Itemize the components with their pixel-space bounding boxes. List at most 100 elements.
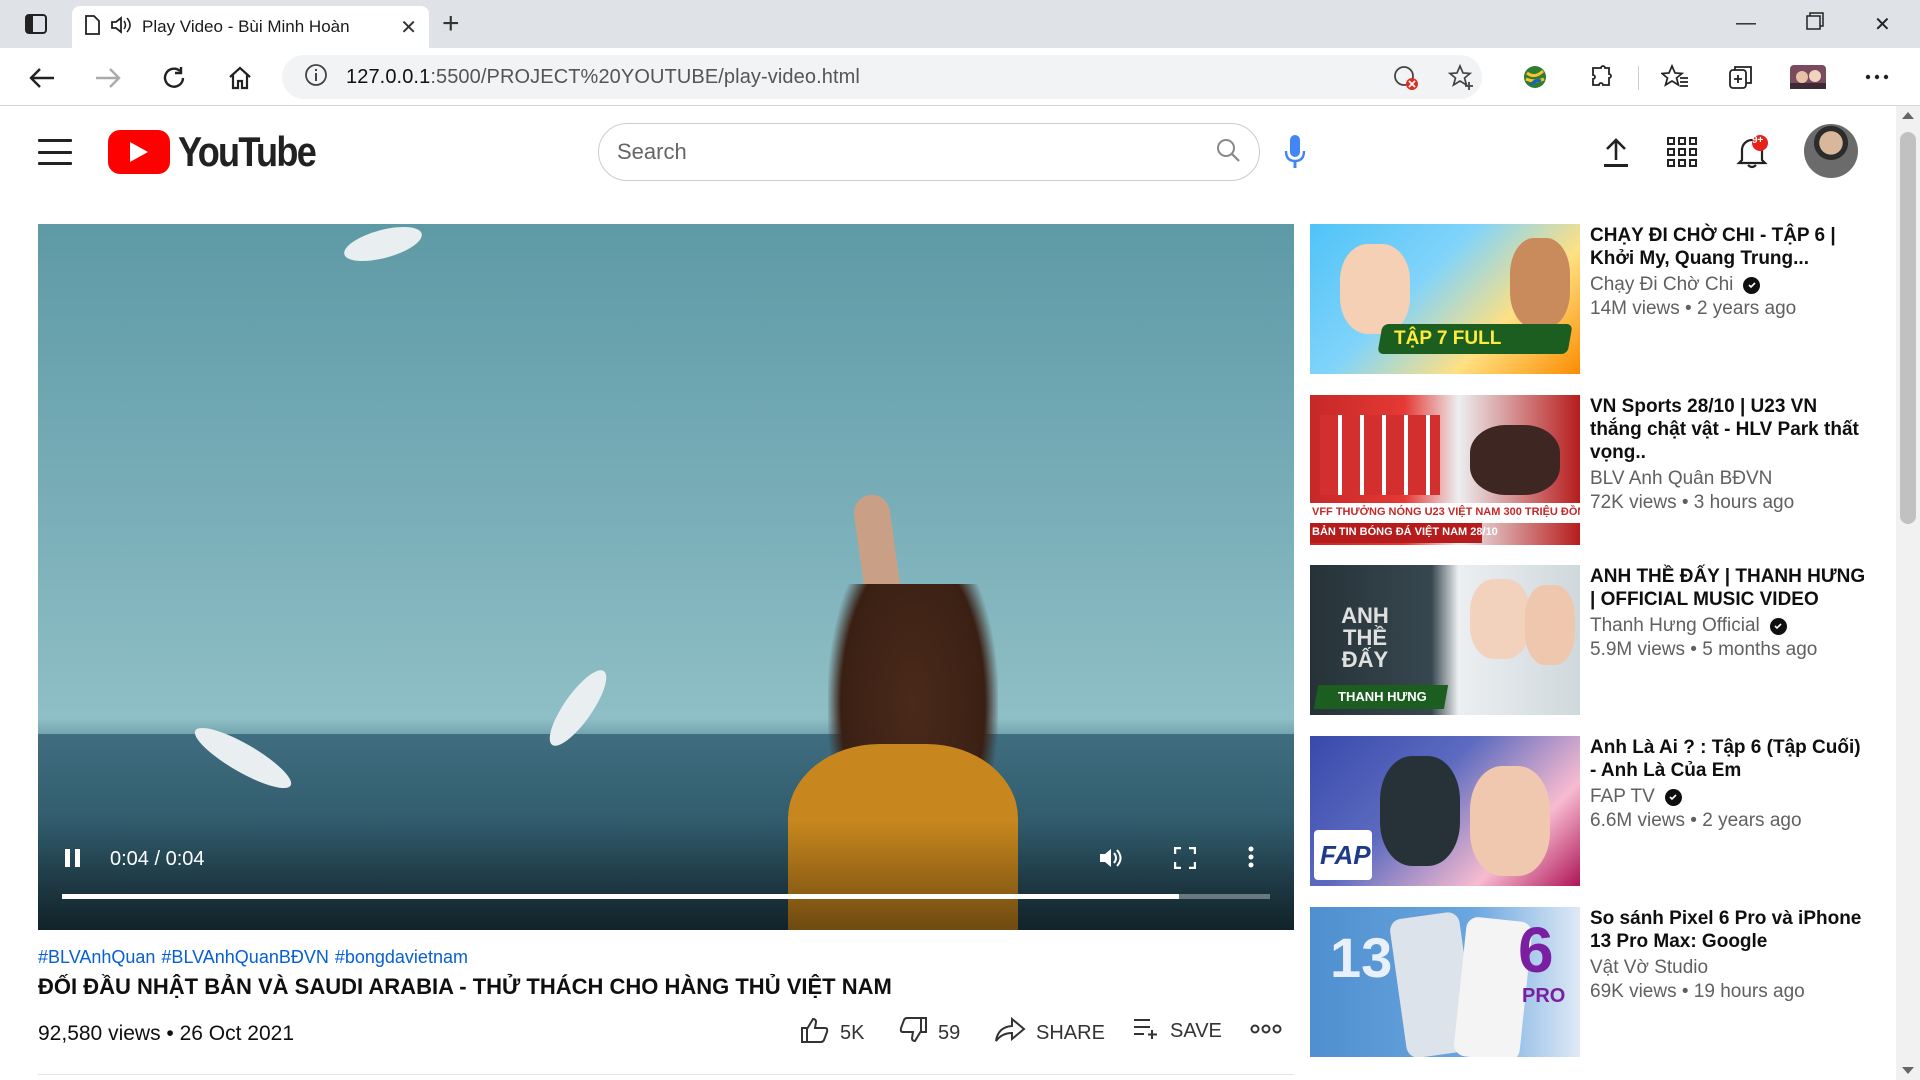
thumb-text: VFF THƯỞNG NÓNG U23 VIỆT NAM 300 TRIỆU Đ… (1312, 506, 1580, 518)
related-video-item[interactable]: FAP Anh Là Ai ? : Tập 6 (Tập Cuối) - Anh… (1310, 736, 1870, 886)
related-channel[interactable]: Chạy Đi Chờ Chi (1590, 274, 1870, 296)
collections-icon[interactable] (1726, 62, 1756, 92)
youtube-header: YouTube 9+ (0, 106, 1896, 196)
settings-more-icon[interactable] (1862, 62, 1892, 92)
thumb-person (1470, 766, 1550, 876)
more-options-icon[interactable] (1248, 846, 1254, 873)
pause-icon[interactable] (64, 848, 82, 873)
url-text: 127.0.0.1:5500/PROJECT%20YOUTUBE/play-vi… (346, 66, 860, 89)
related-channel-name: Thanh Hưng Official (1590, 615, 1760, 636)
upload-icon[interactable] (1596, 132, 1636, 172)
video-thumbnail[interactable]: TẬP 7 FULL (1310, 224, 1580, 374)
tab-actions-icon[interactable] (16, 10, 56, 38)
related-info: So sánh Pixel 6 Pro và iPhone 13 Pro Max… (1590, 907, 1870, 1003)
notifications-bell-icon[interactable]: 9+ (1732, 132, 1772, 172)
tracking-prevention-icon[interactable] (1392, 64, 1420, 97)
volume-icon[interactable] (1098, 846, 1124, 875)
tab-title: Play Video - Bùi Minh Hoàn (142, 17, 350, 36)
extension-globe-icon[interactable] (1520, 62, 1550, 92)
save-label: SAVE (1170, 1019, 1222, 1042)
home-button[interactable] (224, 62, 256, 94)
like-button[interactable]: 5K (800, 1016, 864, 1050)
extensions-icon[interactable] (1586, 62, 1616, 92)
youtube-logo[interactable]: YouTube (108, 128, 337, 176)
video-thumbnail[interactable]: VFF THƯỞNG NÓNG U23 VIỆT NAM 300 TRIỆU Đ… (1310, 395, 1580, 545)
search-input[interactable] (617, 139, 1215, 165)
address-bar[interactable]: 127.0.0.1:5500/PROJECT%20YOUTUBE/play-vi… (282, 55, 1482, 99)
related-channel[interactable]: FAP TV (1590, 786, 1870, 808)
more-actions-icon[interactable] (1250, 1024, 1282, 1034)
back-button[interactable] (26, 62, 58, 94)
video-thumbnail[interactable]: 13 6 PRO (1310, 907, 1580, 1057)
close-window-button[interactable]: ✕ (1874, 12, 1891, 37)
refresh-button[interactable] (158, 62, 190, 94)
thumb-person (1510, 238, 1570, 328)
video-player[interactable]: 0:04 / 0:04 (38, 224, 1294, 930)
related-channel[interactable]: Thanh Hưng Official (1590, 615, 1870, 637)
controls-gradient (38, 820, 1294, 930)
hashtag-link[interactable]: #bongdavietnam (335, 947, 468, 968)
search-box[interactable] (598, 123, 1260, 181)
user-avatar[interactable] (1804, 124, 1858, 178)
profile-icon[interactable] (1790, 62, 1826, 92)
thumb-person (1340, 244, 1410, 334)
url-host: 127.0.0.1 (346, 65, 431, 88)
apps-grid-icon[interactable] (1662, 132, 1702, 172)
thumb-text: PRO (1522, 985, 1566, 1007)
share-icon (994, 1016, 1026, 1050)
related-video-item[interactable]: ANH THỀ ĐẤY THANH HƯNG ANH THỀ ĐẤY | THA… (1310, 565, 1870, 715)
dislike-button[interactable]: 59 (898, 1016, 960, 1050)
page-scrollbar[interactable] (1896, 106, 1920, 1080)
notification-badge: 9+ (1752, 135, 1764, 146)
share-label: SHARE (1036, 1021, 1105, 1044)
scrollbar-thumb[interactable] (1900, 132, 1916, 524)
share-button[interactable]: SHARE (994, 1016, 1105, 1050)
minimize-button[interactable]: — (1736, 12, 1756, 35)
new-tab-button[interactable]: + (442, 9, 460, 39)
search-icon[interactable] (1215, 137, 1241, 168)
browser-tab-active[interactable]: Play Video - Bùi Minh Hoàn ✕ (72, 6, 429, 48)
scroll-up-arrow-icon[interactable] (1902, 112, 1914, 119)
progress-bar[interactable] (62, 894, 1270, 899)
scroll-down-arrow-icon[interactable] (1902, 1067, 1914, 1074)
hashtag-link[interactable]: #BLVAnhQuan (38, 947, 155, 968)
hashtag-link[interactable]: #BLVAnhQuanBĐVN (161, 947, 328, 968)
related-channel-name: FAP TV (1590, 786, 1655, 807)
related-title: Anh Là Ai ? : Tập 6 (Tập Cuối) - Anh Là … (1590, 737, 1861, 781)
related-info: VN Sports 28/10 | U23 VN thắng chật vật … (1590, 395, 1870, 514)
restore-button[interactable] (1806, 12, 1824, 36)
favorites-icon[interactable] (1660, 62, 1690, 92)
video-thumbnail[interactable]: FAP (1310, 736, 1580, 886)
video-thumbnail[interactable]: ANH THỀ ĐẤY THANH HƯNG (1310, 565, 1580, 715)
related-meta: 72K views • 3 hours ago (1590, 492, 1795, 513)
speaker-icon[interactable] (110, 15, 132, 40)
thumb-person (1470, 579, 1530, 659)
related-video-item[interactable]: TẬP 7 FULL CHẠY ĐI CHỜ CHI - TẬP 6 | Khở… (1310, 224, 1870, 374)
related-channel[interactable]: Vật Vờ Studio (1590, 957, 1870, 979)
thumb-text: TẬP 7 FULL (1394, 328, 1502, 349)
related-video-item[interactable]: 13 6 PRO So sánh Pixel 6 Pro và iPhone 1… (1310, 907, 1870, 1057)
menu-icon[interactable] (38, 139, 72, 165)
verified-icon (1743, 276, 1761, 294)
fullscreen-icon[interactable] (1173, 846, 1197, 874)
site-info-icon[interactable] (304, 63, 328, 92)
video-time: 0:04 / 0:04 (110, 848, 205, 870)
thumb-text: BẢN TIN BÓNG ĐÁ VIỆT NAM 28/10 (1312, 526, 1498, 538)
thumb-text: THANH HƯNG (1338, 689, 1427, 704)
page-icon (84, 14, 100, 40)
related-channel[interactable]: BLV Anh Quân BĐVN (1590, 468, 1870, 490)
related-title: So sánh Pixel 6 Pro và iPhone 13 Pro Max… (1590, 908, 1862, 952)
forward-button[interactable] (92, 62, 124, 94)
related-title: CHẠY ĐI CHỜ CHI - TẬP 6 | Khởi My, Quang… (1590, 225, 1836, 269)
add-favorite-icon[interactable] (1447, 63, 1476, 97)
info-divider (38, 1074, 1294, 1075)
save-button[interactable]: SAVE (1132, 1016, 1222, 1046)
tab-close-icon[interactable]: ✕ (400, 15, 417, 40)
microphone-icon[interactable] (1278, 132, 1312, 172)
related-meta: 14M views • 2 years ago (1590, 298, 1797, 319)
thumb-text: ANH THỀ ĐẤY (1341, 603, 1389, 672)
related-video-item[interactable]: VFF THƯỞNG NÓNG U23 VIỆT NAM 300 TRIỆU Đ… (1310, 395, 1870, 545)
dislike-count: 59 (938, 1021, 961, 1044)
related-channel-name: Vật Vờ Studio (1590, 957, 1709, 978)
video-bird (340, 224, 426, 268)
